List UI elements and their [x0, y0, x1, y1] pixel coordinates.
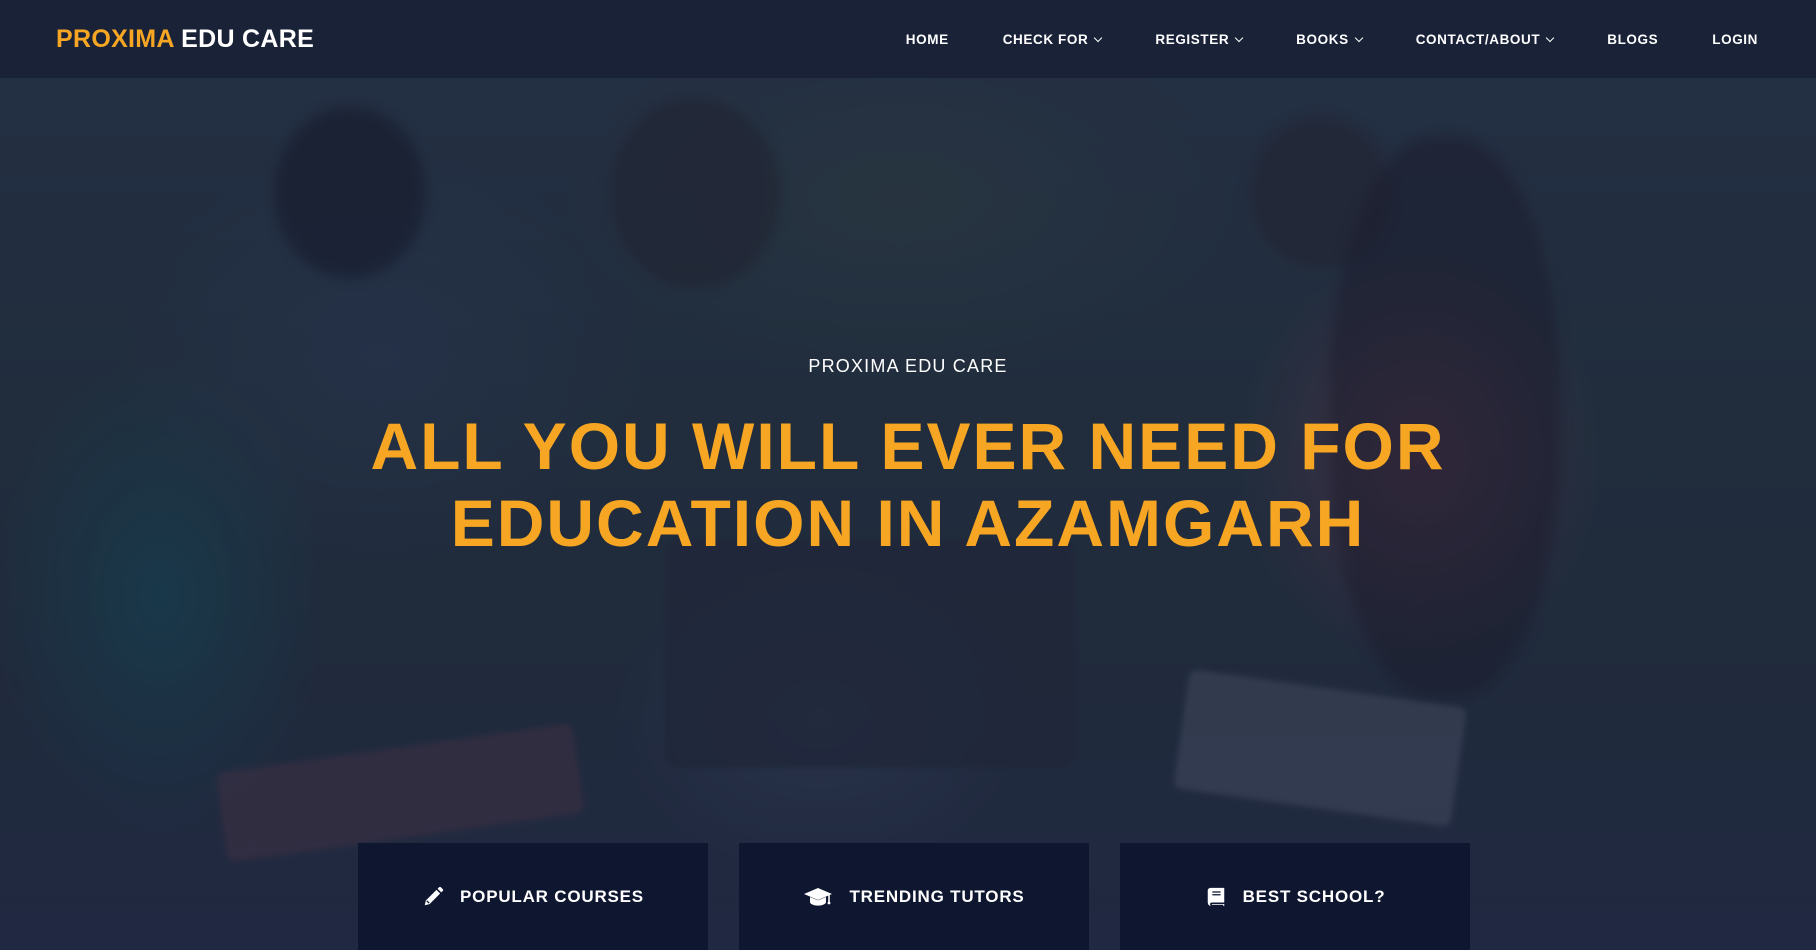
nav-books-label: BOOKS [1296, 31, 1349, 47]
nav-contact-about-label: CONTACT/ABOUT [1415, 31, 1541, 47]
hero-eyebrow: PROXIMA EDU CARE [808, 356, 1008, 376]
hero-headline-line2: EDUCATION IN AZAMGARH [450, 486, 1366, 560]
brand-part1: PROXIMA [56, 24, 174, 53]
nav-register[interactable]: REGISTER [1155, 31, 1244, 47]
chevron-down-icon [1545, 33, 1555, 42]
feature-cards: POPULAR COURSES TRENDING TUTORS BEST SCH… [358, 843, 1470, 950]
card-popular-courses-label: POPULAR COURSES [460, 886, 644, 906]
hero-headline: ALL YOU WILL EVER NEED FOR EDUCATION IN … [0, 408, 1816, 562]
pencil-icon [422, 886, 444, 908]
nav-books[interactable]: BOOKS [1296, 31, 1363, 47]
card-popular-courses[interactable]: POPULAR COURSES [358, 843, 708, 950]
nav-contact-about[interactable]: CONTACT/ABOUT [1415, 31, 1555, 47]
page: PROXIMA EDU CARE HOME CHECK FOR REGISTER… [0, 0, 1816, 950]
main-nav: HOME CHECK FOR REGISTER BOOKS CONTACT/AB… [852, 32, 1758, 47]
chevron-down-icon [1094, 33, 1103, 42]
brand-logo[interactable]: PROXIMA EDU CARE [56, 25, 314, 54]
card-trending-tutors[interactable]: TRENDING TUTORS [739, 843, 1089, 950]
navbar: PROXIMA EDU CARE HOME CHECK FOR REGISTER… [0, 0, 1816, 78]
nav-check-for[interactable]: CHECK FOR [1002, 31, 1103, 47]
nav-blogs-label: BLOGS [1607, 31, 1659, 47]
graduation-cap-icon [803, 886, 833, 908]
chevron-down-icon [1234, 33, 1244, 42]
nav-home[interactable]: HOME [906, 32, 949, 47]
book-icon [1205, 886, 1227, 908]
chevron-down-icon [1354, 33, 1363, 42]
card-best-school-label: BEST SCHOOL? [1242, 886, 1386, 906]
card-trending-tutors-label: TRENDING TUTORS [849, 886, 1025, 906]
nav-login[interactable]: LOGIN [1712, 32, 1758, 47]
hero-section: PROXIMA EDU CARE ALL YOU WILL EVER NEED … [0, 78, 1816, 950]
nav-check-for-label: CHECK FOR [1002, 31, 1089, 47]
nav-login-label: LOGIN [1712, 31, 1758, 47]
nav-home-label: HOME [905, 31, 949, 47]
hero-headline-line1: ALL YOU WILL EVER NEED FOR [370, 409, 1446, 483]
nav-blogs[interactable]: BLOGS [1607, 32, 1658, 47]
nav-register-label: REGISTER [1155, 31, 1230, 47]
card-best-school[interactable]: BEST SCHOOL? [1120, 843, 1470, 950]
brand-part2: EDU CARE [181, 24, 315, 53]
